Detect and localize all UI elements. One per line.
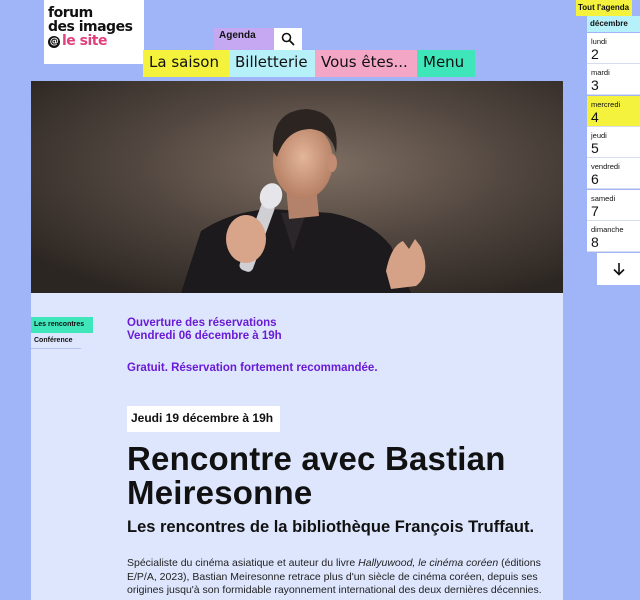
nav-vous-etes[interactable]: Vous êtes... bbox=[315, 50, 417, 77]
agenda-day-number: 4 bbox=[591, 109, 599, 125]
search-icon bbox=[281, 32, 295, 46]
agenda-month: décembre bbox=[587, 16, 640, 32]
desc-part-1: Spécialiste du cinéma asiatique et auteu… bbox=[127, 557, 359, 569]
agenda-day-number: 5 bbox=[591, 140, 599, 156]
reservation-open-label: Ouverture des réservations bbox=[127, 317, 277, 329]
logo-line-2: des images bbox=[48, 19, 133, 35]
agenda-day[interactable]: mardi 3 bbox=[587, 64, 640, 95]
forum-des-images-logo[interactable]: forum des images @ le site bbox=[44, 0, 144, 64]
agenda-day-number: 6 bbox=[591, 171, 599, 187]
agenda-day[interactable]: dimanche 8 bbox=[587, 221, 640, 252]
agenda-button[interactable]: Agenda bbox=[214, 28, 274, 50]
agenda-day-number: 3 bbox=[591, 77, 599, 93]
agenda-day-number: 8 bbox=[591, 234, 599, 250]
agenda-day-weekday: dimanche bbox=[591, 225, 624, 234]
all-agenda-link[interactable]: Tout l'agenda bbox=[576, 0, 632, 16]
price-note: Gratuit. Réservation fortement recommand… bbox=[127, 362, 378, 374]
agenda-day-weekday: mercredi bbox=[591, 100, 621, 109]
hero-image bbox=[31, 81, 563, 293]
agenda-day[interactable]: vendredi 6 bbox=[587, 158, 640, 189]
nav-billetterie[interactable]: Billetterie bbox=[229, 50, 315, 77]
event-title: Rencontre avec Bastian Meiresonne bbox=[127, 440, 506, 511]
arrow-down-icon bbox=[612, 263, 625, 276]
desc-book-title: Hallyuwood, le cinéma coréen bbox=[358, 557, 499, 569]
speaker-photo bbox=[31, 81, 563, 293]
tag-les-rencontres[interactable]: Les rencontres bbox=[31, 317, 93, 333]
search-button[interactable] bbox=[274, 28, 302, 50]
reservation-open-date: Vendredi 06 décembre à 19h bbox=[127, 330, 282, 342]
agenda-next-button[interactable] bbox=[597, 253, 640, 285]
agenda-day-number: 2 bbox=[591, 46, 599, 62]
agenda-day[interactable]: samedi 7 bbox=[587, 190, 640, 221]
agenda-day-weekday: vendredi bbox=[591, 162, 620, 171]
logo-line-3: @ le site bbox=[48, 34, 140, 48]
nav-la-saison[interactable]: La saison bbox=[143, 50, 229, 77]
agenda-day-selected[interactable]: mercredi 4 bbox=[587, 96, 640, 127]
agenda-day[interactable]: lundi 2 bbox=[587, 33, 640, 64]
tag-conference[interactable]: Conférence bbox=[31, 333, 81, 349]
event-date: Jeudi 19 décembre à 19h bbox=[127, 406, 281, 432]
agenda-day[interactable]: jeudi 5 bbox=[587, 127, 640, 158]
nav-menu[interactable]: Menu bbox=[417, 50, 475, 77]
logo-line-1: forum bbox=[48, 5, 93, 21]
agenda-day-weekday: samedi bbox=[591, 194, 616, 203]
agenda-day-weekday: lundi bbox=[591, 37, 607, 46]
event-description: Spécialiste du cinéma asiatique et auteu… bbox=[127, 557, 543, 598]
event-subtitle: Les rencontres de la bibliothèque Franço… bbox=[127, 518, 535, 536]
agenda-day-number: 7 bbox=[591, 203, 599, 219]
logo-line-3-text: le site bbox=[62, 33, 108, 49]
agenda-day-weekday: jeudi bbox=[591, 131, 607, 140]
agenda-day-weekday: mardi bbox=[591, 68, 610, 77]
at-icon: @ bbox=[48, 36, 60, 48]
